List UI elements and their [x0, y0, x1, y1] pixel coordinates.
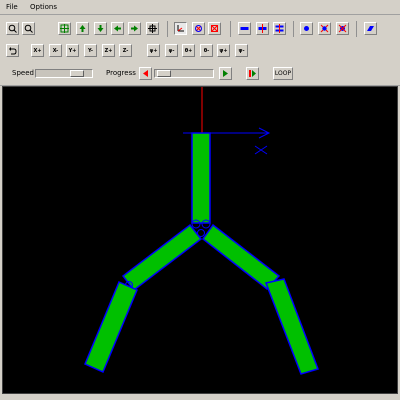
pan-up-button[interactable] — [76, 22, 89, 35]
axis-x-minus-button[interactable]: X- — [49, 44, 62, 57]
point-button[interactable] — [300, 22, 313, 35]
reset-icon — [211, 25, 218, 32]
separator — [230, 21, 231, 37]
shape-button[interactable] — [364, 22, 377, 35]
progress-slider[interactable] — [154, 69, 214, 78]
pan-left-button[interactable] — [111, 22, 124, 35]
axis-x-plus-button[interactable]: X+ — [31, 44, 44, 57]
skeleton-scene — [84, 87, 319, 375]
rotate-icon — [195, 25, 202, 32]
separator — [356, 21, 357, 37]
axis-y-plus-button[interactable]: Y+ — [66, 44, 79, 57]
point-cross-icon — [338, 24, 347, 33]
separator — [167, 21, 168, 37]
axis-z-minus-button[interactable]: Z- — [119, 44, 132, 57]
point-frame-button[interactable] — [318, 22, 331, 35]
speed-slider-thumb[interactable] — [70, 70, 84, 77]
horizontal-line-button[interactable] — [238, 22, 251, 35]
menu-bar: File Options — [0, 0, 400, 15]
horizontal-line-icon — [240, 27, 249, 30]
play-back-icon — [143, 70, 148, 77]
crosshair-icon — [148, 24, 157, 33]
stop-button[interactable] — [246, 67, 259, 80]
play-button[interactable] — [219, 67, 232, 80]
joint-theta-plus-button[interactable]: θ+ — [182, 44, 195, 57]
parallelogram-icon — [367, 26, 374, 31]
center-view-button[interactable] — [58, 22, 71, 35]
toolbar-joints: X+ X- Y+ Y- Z+ Z- φ+ φ- θ+ θ- ψ+ ψ- — [0, 40, 400, 60]
play-end-icon — [249, 70, 256, 77]
speed-slider[interactable] — [35, 69, 93, 78]
joint-phi-minus-button[interactable]: φ- — [165, 44, 178, 57]
loop-button[interactable]: LOOP — [273, 67, 293, 80]
viewport-canvas[interactable] — [2, 86, 398, 394]
joint-theta-minus-button[interactable]: θ- — [200, 44, 213, 57]
axes-icon — [177, 25, 184, 32]
cross-section-button[interactable] — [256, 22, 269, 35]
point-frame-icon — [320, 24, 329, 33]
toolbar-playback: Speed Progress LOOP — [0, 61, 400, 86]
trunk-segment — [191, 132, 211, 224]
joint-phi-plus-button[interactable]: φ+ — [147, 44, 160, 57]
pan-down-button[interactable] — [94, 22, 107, 35]
axes-view-button[interactable] — [174, 22, 187, 35]
grid-icon — [60, 24, 69, 33]
split-section-icon — [275, 24, 284, 33]
axis-z-marker — [254, 145, 268, 155]
point-cross-button[interactable] — [336, 22, 349, 35]
axis-z-plus-button[interactable]: Z+ — [102, 44, 115, 57]
status-bar — [0, 394, 400, 400]
joint-psi-plus-button[interactable]: ψ+ — [217, 44, 230, 57]
arrow-right-icon — [131, 25, 138, 32]
arrow-up-icon — [79, 25, 86, 32]
pan-right-button[interactable] — [128, 22, 141, 35]
left-lower-leg — [84, 281, 138, 373]
undo-icon — [9, 47, 17, 55]
play-icon — [223, 70, 228, 77]
arrow-left-icon — [114, 25, 121, 32]
split-section-button[interactable] — [273, 22, 286, 35]
rotate-view-button[interactable] — [192, 22, 205, 35]
speed-label: Speed — [12, 69, 34, 77]
zoom-in-button[interactable] — [6, 22, 19, 35]
step-back-button[interactable] — [139, 67, 152, 80]
zoom-out-button[interactable] — [22, 22, 35, 35]
menu-options[interactable]: Options — [30, 3, 57, 11]
zoom-out-icon — [24, 24, 33, 33]
left-upper-leg — [121, 223, 203, 292]
crosshair-button[interactable] — [146, 22, 159, 35]
axis-y-minus-button[interactable]: Y- — [84, 44, 97, 57]
menu-file[interactable]: File — [6, 3, 18, 11]
arrow-down-icon — [97, 25, 104, 32]
zoom-in-icon — [8, 24, 17, 33]
undo-button[interactable] — [6, 44, 19, 57]
progress-label: Progress — [106, 69, 136, 77]
cross-section-icon — [258, 24, 267, 33]
separator — [293, 21, 294, 37]
toolbar-view — [0, 15, 400, 39]
progress-slider-thumb[interactable] — [157, 70, 171, 77]
joint-psi-minus-button[interactable]: ψ- — [235, 44, 248, 57]
right-upper-leg — [201, 223, 281, 291]
right-lower-leg — [264, 278, 319, 375]
point-icon — [304, 26, 309, 31]
reset-view-button[interactable] — [208, 22, 221, 35]
